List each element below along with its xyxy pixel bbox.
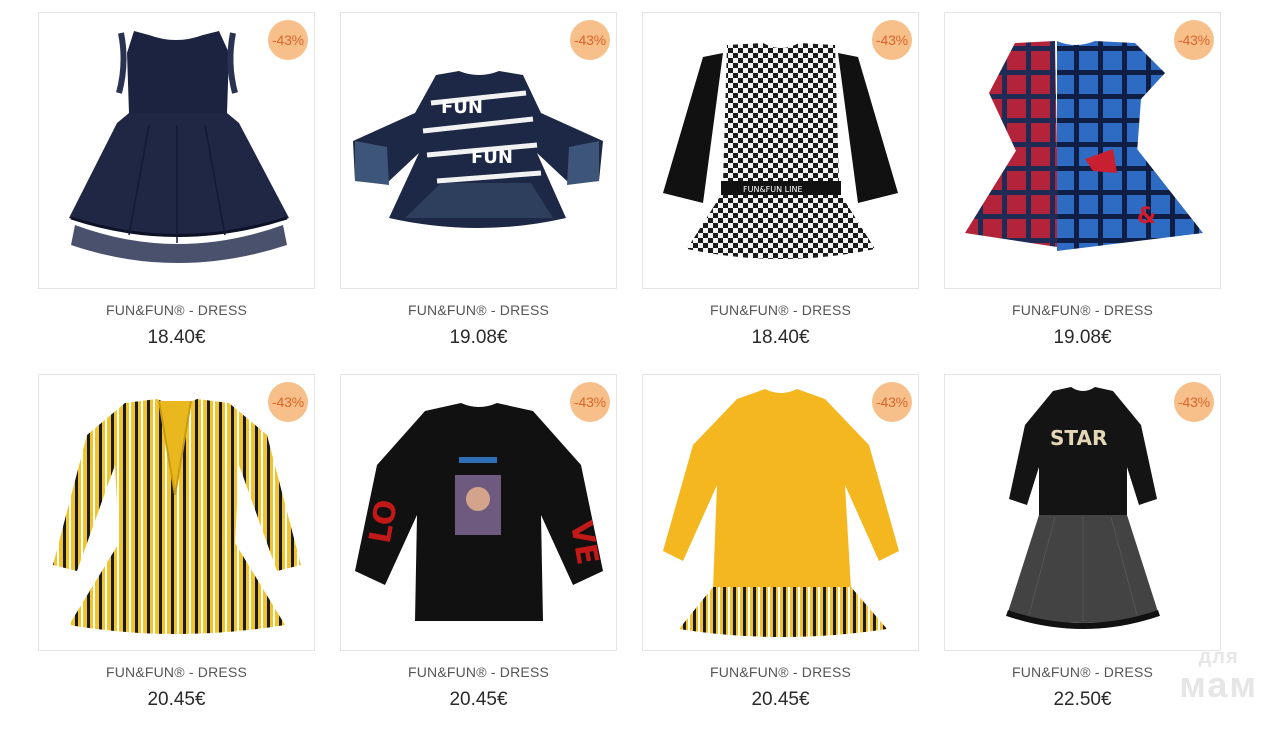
product-price: 20.45€: [751, 689, 810, 710]
svg-text:VE: VE: [563, 518, 605, 567]
product-photo: LO VE: [355, 403, 605, 621]
svg-text:FUN&FUN LINE: FUN&FUN LINE: [743, 185, 803, 194]
product-card[interactable]: -43% FUN&FUN® - DRESS 20.45€: [38, 374, 315, 736]
product-card[interactable]: FUN&FUN LINE -43% FUN&FUN® - DRESS 18.40…: [642, 12, 919, 374]
product-image[interactable]: -43%: [642, 374, 919, 651]
product-image[interactable]: LO VE -43%: [340, 374, 617, 651]
product-photo: [69, 31, 289, 263]
product-photo: [663, 389, 899, 637]
product-photo: &: [965, 41, 1203, 251]
product-image[interactable]: -43%: [38, 374, 315, 651]
product-name[interactable]: FUN&FUN® - DRESS: [340, 664, 617, 680]
product-photo: FUN FUN: [353, 71, 603, 228]
watermark-line2: мам: [1179, 664, 1258, 705]
svg-text:&: &: [1137, 204, 1156, 229]
product-price: 19.08€: [1053, 327, 1112, 348]
discount-badge: -43%: [1174, 382, 1214, 422]
svg-text:FUN: FUN: [471, 147, 513, 168]
discount-badge: -43%: [570, 382, 610, 422]
product-price: 20.45€: [147, 689, 206, 710]
product-name[interactable]: FUN&FUN® - DRESS: [642, 664, 919, 680]
product-price: 18.40€: [147, 327, 206, 348]
product-image[interactable]: & -43%: [944, 12, 1221, 289]
watermark-logo: для мам: [1179, 647, 1258, 703]
discount-badge: -43%: [268, 20, 308, 60]
product-price: 18.40€: [751, 327, 810, 348]
product-photo: [53, 399, 301, 634]
product-card[interactable]: & -43% FUN&FUN® - DRESS 19.08€: [944, 12, 1221, 374]
product-price: 20.45€: [449, 689, 508, 710]
product-card[interactable]: -43% FUN&FUN® - DRESS 20.45€: [642, 374, 919, 736]
product-card[interactable]: LO VE -43% FUN&FUN® - DRESS 20.45€: [340, 374, 617, 736]
product-price: 19.08€: [449, 327, 508, 348]
product-name[interactable]: FUN&FUN® - DRESS: [340, 302, 617, 318]
svg-text:FUN: FUN: [441, 97, 483, 118]
discount-badge: -43%: [872, 382, 912, 422]
product-card[interactable]: -43% FUN&FUN® - DRESS 18.40€: [38, 12, 315, 374]
svg-text:LO: LO: [363, 497, 405, 546]
product-grid: -43% FUN&FUN® - DRESS 18.40€ FUN FUN -43…: [38, 12, 1221, 736]
product-name[interactable]: FUN&FUN® - DRESS: [38, 664, 315, 680]
product-photo: STAR: [1006, 387, 1160, 629]
product-image[interactable]: -43%: [38, 12, 315, 289]
product-image[interactable]: FUN&FUN LINE -43%: [642, 12, 919, 289]
product-name[interactable]: FUN&FUN® - DRESS: [642, 302, 919, 318]
product-card[interactable]: FUN FUN -43% FUN&FUN® - DRESS 19.08€: [340, 12, 617, 374]
product-name[interactable]: FUN&FUN® - DRESS: [38, 302, 315, 318]
product-image[interactable]: STAR -43%: [944, 374, 1221, 651]
product-photo: FUN&FUN LINE: [663, 43, 898, 259]
discount-badge: -43%: [570, 20, 610, 60]
svg-text:STAR: STAR: [1050, 426, 1107, 450]
discount-badge: -43%: [872, 20, 912, 60]
discount-badge: -43%: [268, 382, 308, 422]
product-image[interactable]: FUN FUN -43%: [340, 12, 617, 289]
discount-badge: -43%: [1174, 20, 1214, 60]
product-name[interactable]: FUN&FUN® - DRESS: [944, 302, 1221, 318]
